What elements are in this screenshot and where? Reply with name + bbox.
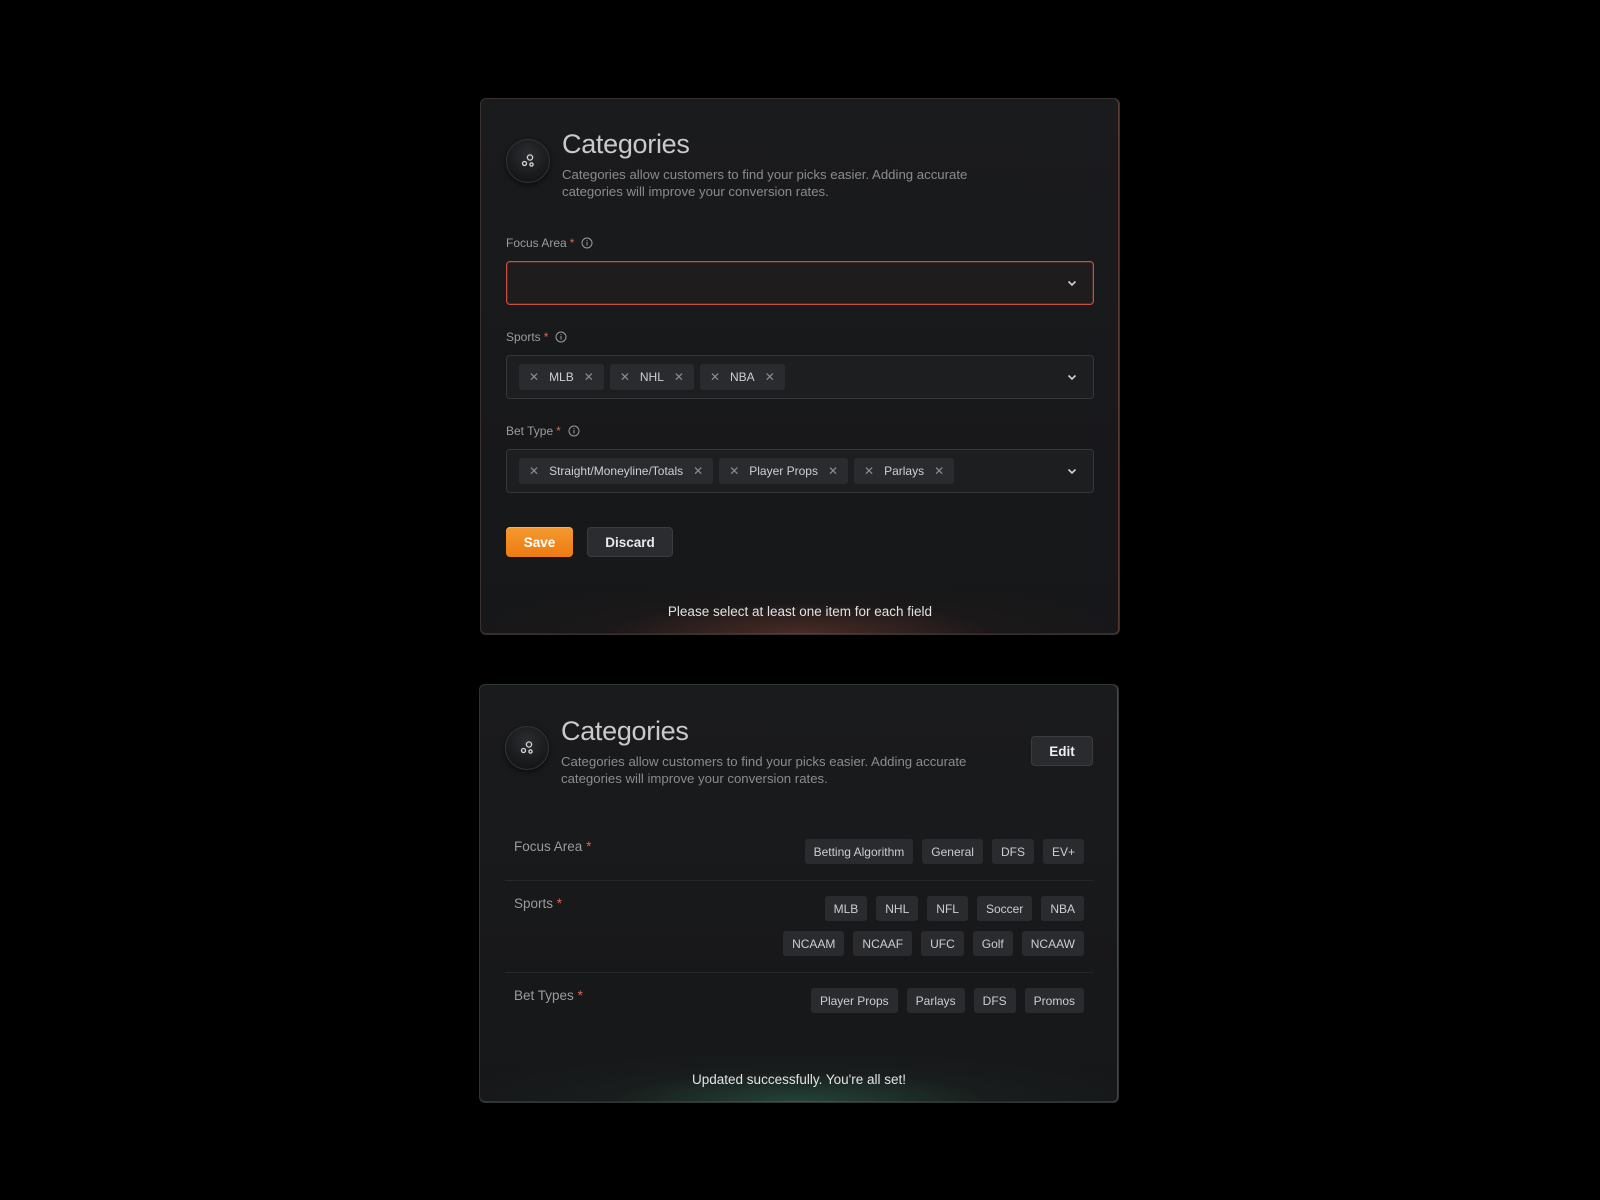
- tag: NCAAF: [853, 931, 913, 956]
- focus-area-row: Focus Area * Betting Algorithm General D…: [505, 831, 1093, 881]
- sports-row-label: Sports *: [514, 896, 563, 911]
- bet-types-row: Bet Types * Player Props Parlays DFS Pro…: [505, 980, 1093, 1030]
- sports-tags: MLB NHL NFL Soccer NBA NCAAM NCAAF UFC G…: [684, 896, 1084, 956]
- close-icon[interactable]: ✕: [584, 370, 594, 384]
- info-icon[interactable]: [568, 425, 580, 437]
- page-title: Categories: [562, 129, 690, 159]
- required-mark: *: [556, 424, 561, 438]
- close-icon[interactable]: ✕: [864, 464, 874, 478]
- tag: Betting Algorithm: [804, 839, 914, 864]
- chip-sport: ✕ NBA ✕: [699, 364, 785, 390]
- close-icon[interactable]: ✕: [529, 370, 539, 384]
- categories-edit-card: Categories Categories allow customers to…: [480, 98, 1120, 635]
- tag: EV+: [1042, 839, 1084, 864]
- tag: Golf: [972, 931, 1013, 956]
- chevron-down-icon[interactable]: [1065, 464, 1079, 483]
- page-description: Categories allow customers to find your …: [561, 754, 967, 786]
- close-icon[interactable]: ✕: [828, 464, 838, 478]
- bet-type-select[interactable]: ✕ Straight/Moneyline/Totals ✕ ✕ Player Prop…: [506, 449, 1094, 493]
- tag: Soccer: [976, 896, 1033, 921]
- card-header: Categories Categories allow customers to…: [505, 716, 1093, 796]
- focus-area-select[interactable]: [506, 261, 1094, 305]
- close-icon[interactable]: ✕: [765, 370, 775, 384]
- tag: General: [922, 839, 983, 864]
- tag: UFC: [921, 931, 964, 956]
- page-title: Categories: [561, 716, 689, 746]
- focus-area-tags: Betting Algorithm General DFS EV+: [684, 839, 1084, 864]
- save-button[interactable]: Save: [506, 527, 573, 557]
- sports-tags-row: NCAAM NCAAF UFC Golf NCAAW: [684, 931, 1084, 956]
- info-icon[interactable]: [555, 331, 567, 343]
- required-mark: *: [543, 330, 549, 344]
- focus-area-row-label: Focus Area *: [514, 839, 592, 854]
- tag: Parlays: [906, 988, 965, 1013]
- success-banner: Updated successfully. You're all set!: [480, 1056, 1118, 1102]
- close-icon[interactable]: ✕: [674, 370, 684, 384]
- sports-select[interactable]: ✕ MLB ✕ ✕ NHL ✕ ✕ NBA ✕: [506, 355, 1094, 399]
- chip-sport: ✕ NHL ✕: [609, 364, 694, 390]
- nodes-icon: [505, 726, 549, 770]
- error-banner: Please select at least one item for each…: [481, 588, 1119, 634]
- close-icon[interactable]: ✕: [620, 370, 630, 384]
- close-icon[interactable]: ✕: [693, 464, 703, 478]
- page-description: Categories allow customers to find your …: [562, 167, 968, 199]
- chip-bet-type: ✕ Straight/Moneyline/Totals ✕: [519, 458, 714, 484]
- tag: MLB: [824, 896, 868, 921]
- tag: NCAAM: [783, 931, 845, 956]
- required-mark: *: [569, 236, 575, 250]
- tag: DFS: [973, 988, 1016, 1013]
- info-icon[interactable]: [581, 237, 593, 249]
- tag: NFL: [927, 896, 968, 921]
- close-icon[interactable]: ✕: [729, 464, 739, 478]
- close-icon[interactable]: ✕: [529, 464, 539, 478]
- bet-types-tags: Player Props Parlays DFS Promos: [684, 988, 1084, 1013]
- chevron-down-icon[interactable]: [1065, 276, 1079, 295]
- tag: DFS: [991, 839, 1034, 864]
- close-icon[interactable]: ✕: [710, 370, 720, 384]
- chip-bet-type: ✕ Parlays ✕: [854, 458, 955, 484]
- card-header: Categories Categories allow customers to…: [506, 129, 1094, 209]
- nodes-icon: [506, 139, 550, 183]
- bet-types-row-label: Bet Types *: [514, 988, 583, 1003]
- chevron-down-icon[interactable]: [1065, 370, 1079, 389]
- close-icon[interactable]: ✕: [934, 464, 944, 478]
- discard-button[interactable]: Discard: [587, 527, 673, 557]
- tag: NCAAW: [1021, 931, 1084, 956]
- chip-sport: ✕ MLB ✕: [519, 364, 604, 390]
- sports-label: Sports *: [506, 330, 567, 344]
- chip-bet-type: ✕ Player Props ✕: [719, 458, 849, 484]
- tag: NBA: [1041, 896, 1084, 921]
- categories-view-card: Categories Categories allow customers to…: [479, 684, 1119, 1103]
- focus-area-label: Focus Area *: [506, 236, 593, 250]
- tag: Player Props: [810, 988, 898, 1013]
- tag: Promos: [1024, 988, 1084, 1013]
- edit-button[interactable]: Edit: [1031, 736, 1093, 766]
- tag: NHL: [876, 896, 919, 921]
- sports-row: Sports * MLB NHL NFL Soccer NBA NCAAM NC…: [505, 888, 1093, 973]
- sports-tags-row: MLB NHL NFL Soccer NBA: [684, 896, 1084, 921]
- bet-type-label: Bet Type *: [506, 424, 580, 438]
